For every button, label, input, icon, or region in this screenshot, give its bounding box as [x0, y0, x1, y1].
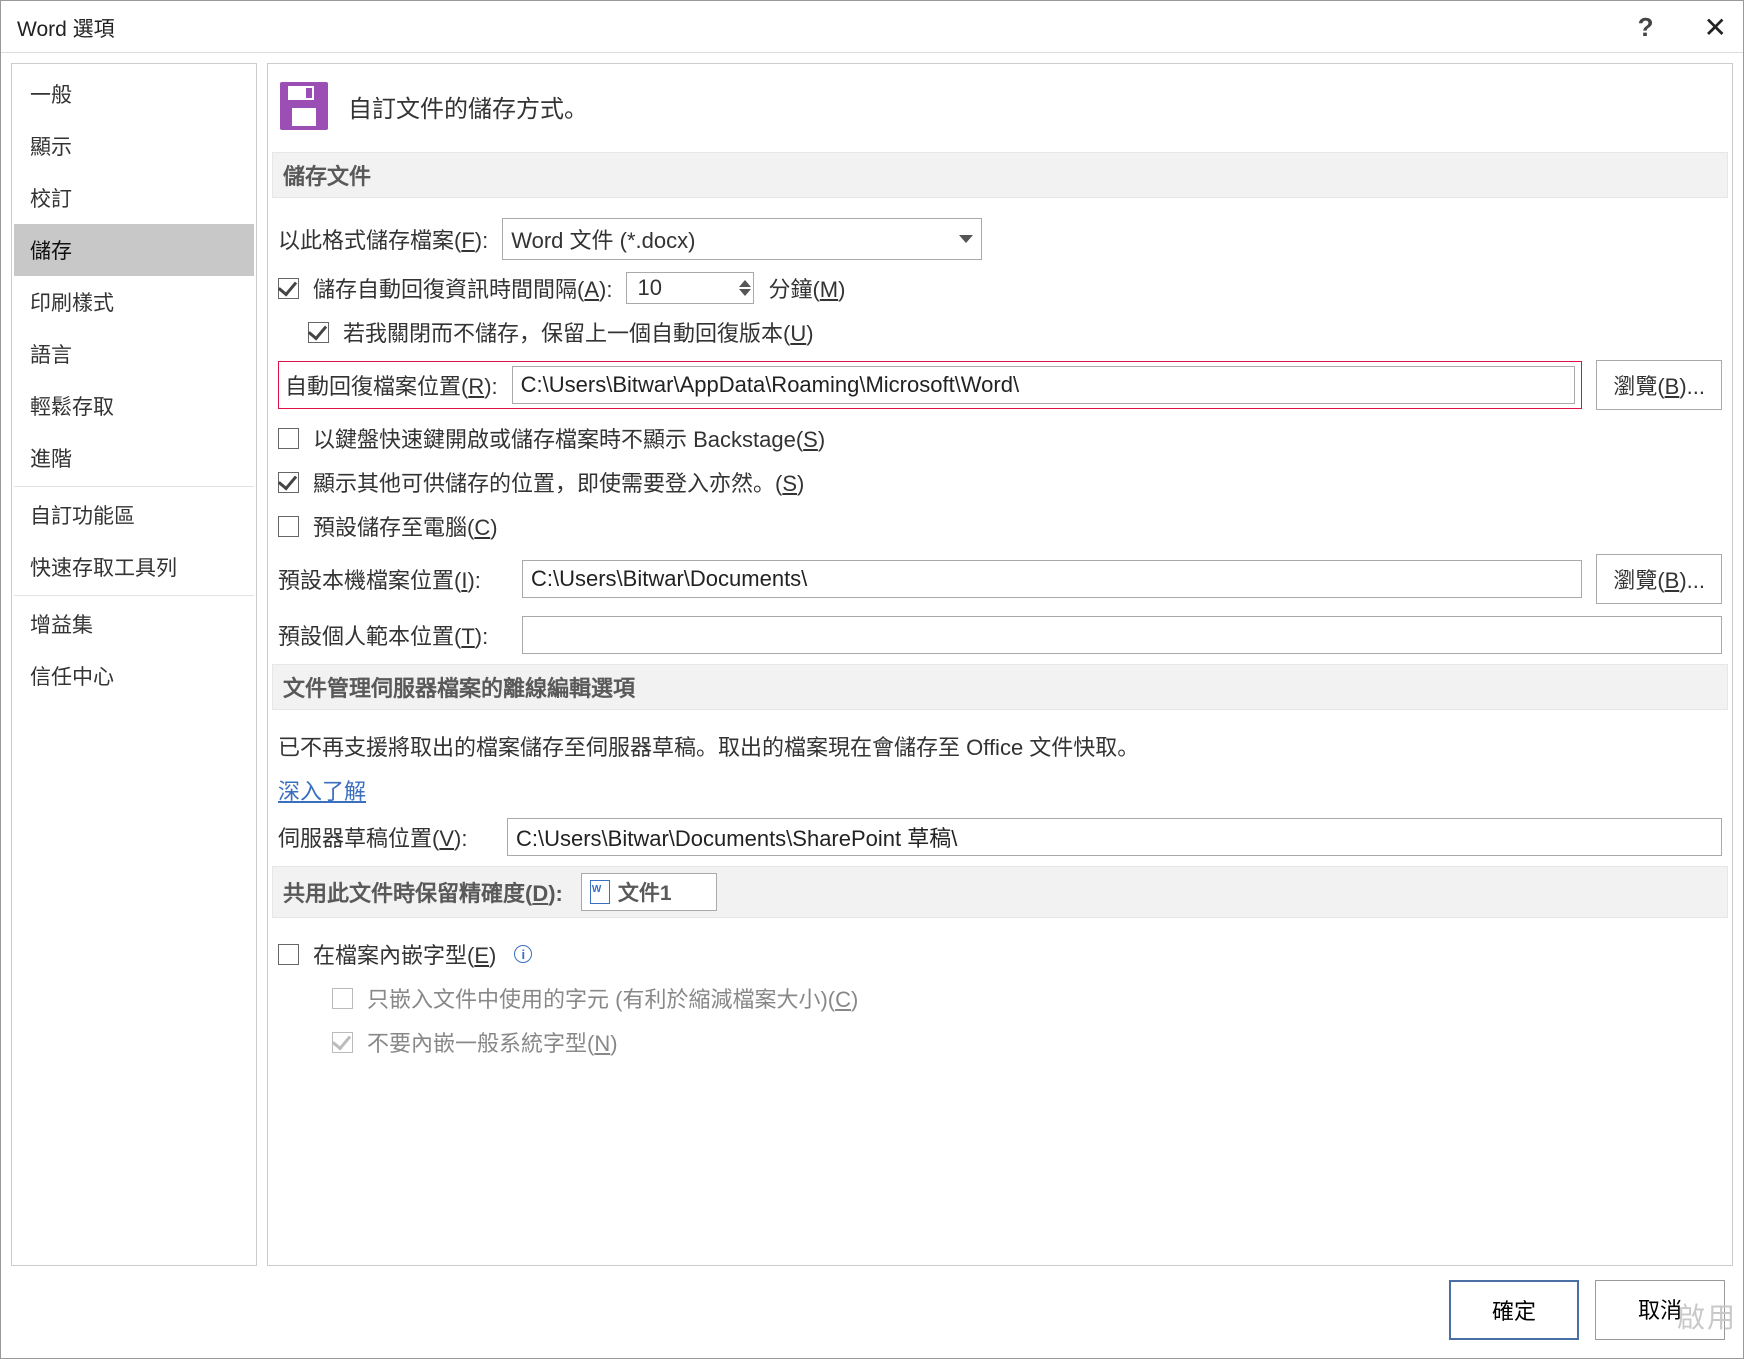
dialog-title: Word 選項 [17, 13, 115, 43]
sidebar-item-advanced[interactable]: 進階 [14, 432, 254, 484]
dialog-body: 一般 顯示 校訂 儲存 印刷樣式 語言 輕鬆存取 進階 自訂功能區 快速存取工具… [1, 52, 1743, 1266]
only-used-chars-label: 只嵌入文件中使用的字元 (有利於縮減檔案大小)(C) [367, 982, 858, 1014]
offline-note: 已不再支援將取出的檔案儲存至伺服器草稿。取出的檔案現在會儲存至 Office 文… [278, 730, 1139, 762]
cancel-button[interactable]: 取消 [1595, 1280, 1725, 1340]
section-save-documents: 儲存文件 [272, 152, 1728, 198]
dialog-footer: 啟用 確定 取消 [1, 1266, 1743, 1358]
sidebar: 一般 顯示 校訂 儲存 印刷樣式 語言 輕鬆存取 進階 自訂功能區 快速存取工具… [11, 63, 257, 1266]
default-location-label: 預設本機檔案位置(I): [278, 563, 508, 595]
server-drafts-label: 伺服器草稿位置(V): [278, 821, 493, 853]
browse-default-location-button[interactable]: 瀏覽(B)... [1596, 554, 1722, 604]
sidebar-item-trust-center[interactable]: 信任中心 [14, 650, 254, 702]
section-share-precision: 共用此文件時保留精確度(D): 文件1 [272, 866, 1728, 918]
autorecover-location-input[interactable] [512, 366, 1576, 404]
checkbox-keep-last-autosave[interactable] [308, 322, 329, 343]
close-button[interactable]: ✕ [1704, 11, 1727, 44]
autorecover-minutes-spinner[interactable]: 10 [626, 272, 754, 304]
learn-more-link[interactable]: 深入了解 [278, 774, 366, 806]
template-location-input[interactable] [522, 616, 1722, 654]
checkbox-only-used-chars [332, 988, 353, 1009]
document-selector-dropdown[interactable]: 文件1 [581, 873, 717, 911]
minutes-label: 分鐘(M) [768, 272, 845, 304]
no-backstage-label: 以鍵盤快速鍵開啟或儲存檔案時不顯示 Backstage(S) [313, 422, 825, 454]
share-precision-label: 共用此文件時保留精確度(D): [283, 876, 563, 908]
main-panel: 自訂文件的儲存方式。 儲存文件 以此格式儲存檔案(F): Word 文件 (*.… [267, 63, 1733, 1266]
template-location-label: 預設個人範本位置(T): [278, 619, 508, 651]
checkbox-embed-fonts[interactable] [278, 944, 299, 965]
save-icon [278, 80, 330, 132]
sidebar-item-customize-ribbon[interactable]: 自訂功能區 [14, 489, 254, 541]
sidebar-item-ease-of-access[interactable]: 輕鬆存取 [14, 380, 254, 432]
format-dropdown[interactable]: Word 文件 (*.docx) [502, 218, 982, 260]
sidebar-item-display[interactable]: 顯示 [14, 120, 254, 172]
show-other-locations-label: 顯示其他可供儲存的位置，即使需要登入亦然。(S) [313, 466, 804, 498]
checkbox-no-backstage[interactable] [278, 428, 299, 449]
no-system-fonts-label: 不要內嵌一般系統字型(N) [367, 1026, 618, 1058]
sidebar-item-quick-access[interactable]: 快速存取工具列 [14, 541, 254, 593]
help-button[interactable]: ? [1638, 12, 1654, 43]
sidebar-item-addins[interactable]: 增益集 [14, 598, 254, 650]
sidebar-item-language[interactable]: 語言 [14, 328, 254, 380]
sidebar-item-proofing[interactable]: 校訂 [14, 172, 254, 224]
section-offline-editing: 文件管理伺服器檔案的離線編輯選項 [272, 664, 1728, 710]
checkbox-show-other-locations[interactable] [278, 472, 299, 493]
sidebar-item-save[interactable]: 儲存 [14, 224, 254, 276]
save-to-pc-label: 預設儲存至電腦(C) [313, 510, 498, 542]
autorecover-label: 儲存自動回復資訊時間間隔(A): [313, 272, 612, 304]
keep-last-label: 若我關閉而不儲存，保留上一個自動回復版本(U) [343, 316, 814, 348]
word-options-dialog: Word 選項 ? ✕ 一般 顯示 校訂 儲存 印刷樣式 語言 輕鬆存取 進階 … [0, 0, 1744, 1359]
chevron-down-icon [959, 235, 973, 243]
page-heading: 自訂文件的儲存方式。 [348, 89, 588, 124]
autorecover-location-label: 自動回復檔案位置(R): [285, 369, 498, 401]
default-location-input[interactable] [522, 560, 1582, 598]
sidebar-item-general[interactable]: 一般 [14, 68, 254, 120]
sidebar-item-typography[interactable]: 印刷樣式 [14, 276, 254, 328]
word-document-icon [590, 880, 610, 904]
checkbox-no-system-fonts [332, 1032, 353, 1053]
checkbox-save-to-pc[interactable] [278, 516, 299, 537]
info-icon[interactable]: i [514, 945, 532, 963]
titlebar: Word 選項 ? ✕ [1, 1, 1743, 52]
browse-autorecover-button[interactable]: 瀏覽(B)... [1596, 360, 1722, 410]
server-drafts-input[interactable] [507, 818, 1722, 856]
format-label: 以此格式儲存檔案(F): [278, 223, 488, 255]
ok-button[interactable]: 確定 [1449, 1280, 1579, 1340]
checkbox-autorecover[interactable] [278, 278, 299, 299]
embed-fonts-label: 在檔案內嵌字型(E) [313, 938, 496, 970]
autorecover-location-highlight: 自動回復檔案位置(R): [278, 361, 1582, 409]
